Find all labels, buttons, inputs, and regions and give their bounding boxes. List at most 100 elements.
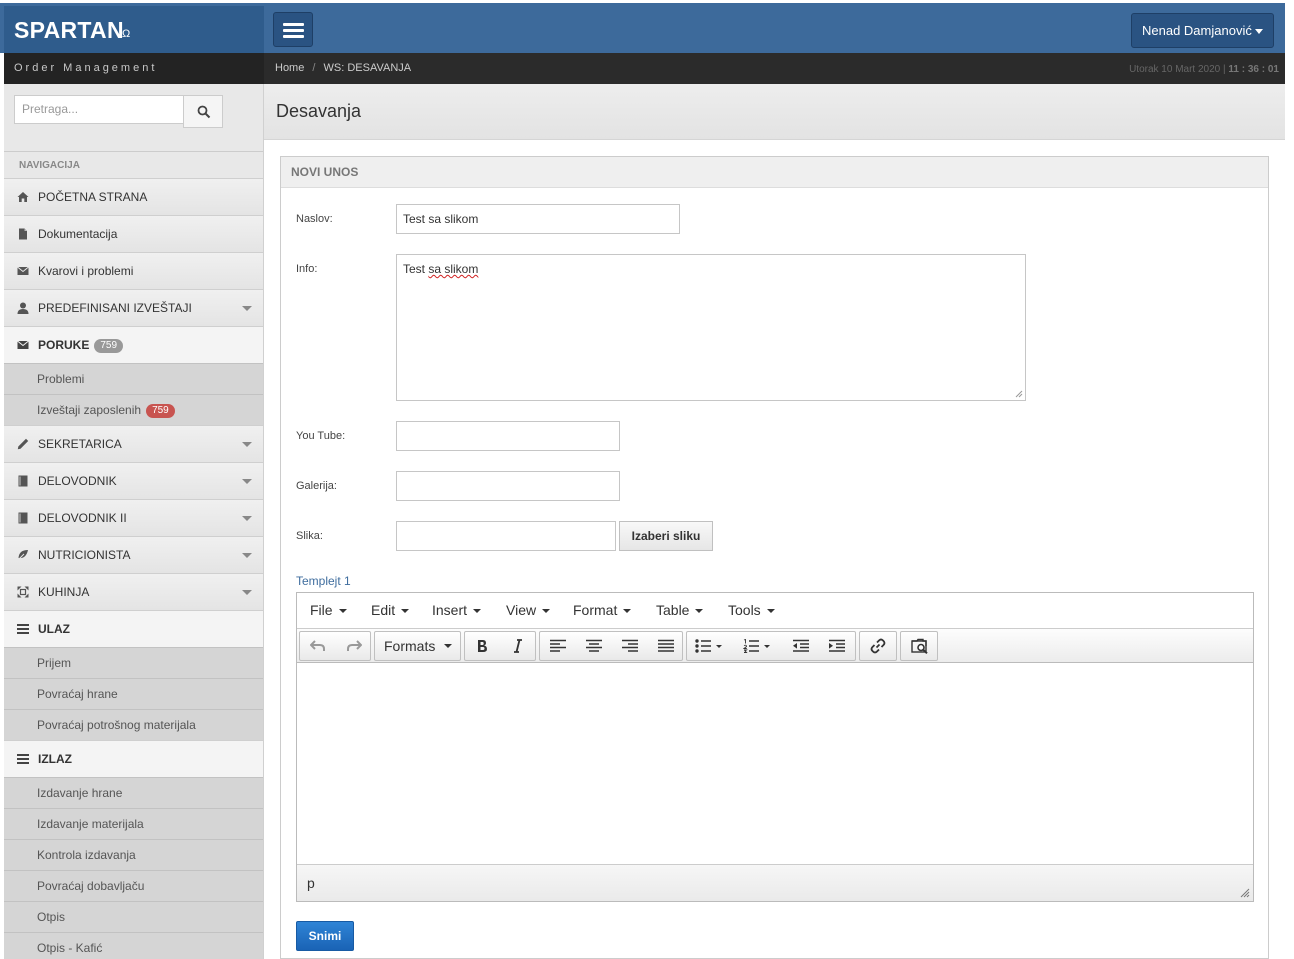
search-input[interactable]: Pretraga... [14, 95, 184, 124]
slika-input[interactable] [396, 521, 616, 551]
alignment-group [539, 631, 683, 661]
chevron-down-icon [242, 516, 252, 521]
menu-tools[interactable]: Tools [728, 593, 775, 628]
sidebar-subitem-povracaj-potrosnog[interactable]: Povraćaj potrošnog materijala [4, 709, 263, 740]
clock-date: Utorak 10 Mart 2020 | [1129, 64, 1226, 75]
page-header: Desavanja [264, 84, 1285, 140]
book-icon [18, 475, 28, 487]
align-right-button[interactable] [612, 632, 648, 660]
brand[interactable]: SPARTAN Ω [4, 6, 264, 56]
sidebar-item-pocetna[interactable]: POČETNA STRANA [4, 178, 263, 215]
pencil-icon [17, 438, 29, 450]
search-icon [197, 105, 211, 119]
sidebar-subitem-kontrola-izdavanja[interactable]: Kontrola izdavanja [4, 839, 263, 870]
sidebar-item-kuhinja[interactable]: KUHINJA [4, 573, 263, 610]
align-justify-button[interactable] [648, 632, 684, 660]
sidebar-subitem-otpis[interactable]: Otpis [4, 901, 263, 932]
sidebar-subitem-izvestaji-zaposlenih[interactable]: Izveštaji zaposlenih 759 [4, 394, 263, 425]
panel-title: NOVI UNOS [281, 157, 1268, 188]
sidebar-item-dokumentacija[interactable]: Dokumentacija [4, 215, 263, 252]
insert-link-button[interactable] [860, 632, 896, 660]
caret-down-icon [444, 644, 452, 648]
sidebar-item-poruke[interactable]: PORUKE 759 [4, 326, 263, 363]
user-icon [17, 302, 29, 314]
bold-button[interactable] [465, 632, 501, 660]
link-group [859, 631, 897, 661]
numbered-list-icon [743, 639, 770, 653]
image-browse-icon [911, 638, 928, 654]
editor-toolbar: Formats [297, 628, 1253, 663]
brand-name: SPARTAN [14, 17, 124, 43]
naslov-input[interactable]: Test sa slikom [396, 204, 680, 234]
sidebar-subitem-povracaj-dobavljacu[interactable]: Povraćaj dobavljaču [4, 870, 263, 901]
bullet-list-icon [695, 639, 722, 653]
sidebar-subitem-povracaj-hrane[interactable]: Povraćaj hrane [4, 678, 263, 709]
menu-insert[interactable]: Insert [432, 593, 482, 628]
browse-image-button[interactable] [901, 632, 937, 660]
history-group [299, 631, 371, 661]
top-bar: SPARTAN Ω Nenad Damjanović [0, 0, 1285, 56]
formats-label: Formats [384, 638, 436, 654]
outdent-button[interactable] [783, 632, 819, 660]
element-path[interactable]: p [307, 875, 315, 891]
template-label: Templejt 1 [296, 574, 351, 588]
editor-menubar: File Edit Insert View Format Table Tools [297, 593, 1253, 628]
formats-dropdown[interactable]: Formats [374, 631, 461, 661]
sidebar-subitem-prijem[interactable]: Prijem [4, 647, 263, 678]
sidebar-item-izlaz[interactable]: IZLAZ [4, 740, 263, 777]
redo-button[interactable] [336, 632, 372, 660]
menu-view[interactable]: View [506, 593, 551, 628]
undo-button[interactable] [300, 632, 336, 660]
sidebar-subitem-izdavanje-hrane[interactable]: Izdavanje hrane [4, 777, 263, 808]
sidebar-item-delovodnik-ii[interactable]: DELOVODNIK II [4, 499, 263, 536]
chevron-down-icon [242, 442, 252, 447]
menu-edit[interactable]: Edit [371, 593, 410, 628]
sidebar-item-sekretarica[interactable]: SEKRETARICA [4, 425, 263, 462]
sidebar-item-predefinisani-izvestaji[interactable]: PREDEFINISANI IZVEŠTAJI [4, 289, 263, 326]
sidebar-item-kvarovi[interactable]: Kvarovi i problemi [4, 252, 263, 289]
align-center-icon [586, 639, 602, 652]
image-group [900, 631, 938, 661]
sidebar-item-ulaz[interactable]: ULAZ [4, 610, 263, 647]
align-center-button[interactable] [576, 632, 612, 660]
info-textarea[interactable]: Test sa slikom [396, 254, 1026, 401]
breadcrumb-home[interactable]: Home [275, 62, 304, 74]
list-group [686, 631, 856, 661]
galerija-input[interactable] [396, 471, 620, 501]
user-menu-button[interactable]: Nenad Damjanović [1131, 13, 1274, 48]
chevron-down-icon [242, 590, 252, 595]
menu-format[interactable]: Format [573, 593, 632, 628]
search-button[interactable] [183, 95, 223, 128]
fullscreen-icon [17, 586, 29, 598]
choose-image-button[interactable]: Izaberi sliku [619, 521, 713, 551]
chevron-down-icon [242, 553, 252, 558]
menu-table[interactable]: Table [656, 593, 704, 628]
youtube-input[interactable] [396, 421, 620, 451]
italic-button[interactable] [501, 632, 537, 660]
envelope-icon [17, 340, 29, 349]
numbered-list-button[interactable] [735, 632, 781, 660]
caret-down-icon [623, 609, 632, 613]
sidebar-item-delovodnik[interactable]: DELOVODNIK [4, 462, 263, 499]
sidebar: Pretraga... NAVIGACIJA POČETNA STRANA Do… [4, 84, 264, 959]
sidebar-subitem-otpis-kafic[interactable]: Otpis - Kafić [4, 932, 263, 959]
align-left-button[interactable] [540, 632, 576, 660]
brand-subtitle: Order Management [4, 53, 264, 84]
sidebar-subitem-izdavanje-materijala[interactable]: Izdavanje materijala [4, 808, 263, 839]
undo-icon [310, 640, 325, 651]
count-badge: 759 [94, 339, 124, 353]
italic-icon [514, 639, 522, 653]
menu-toggle-button[interactable] [273, 12, 313, 47]
indent-button[interactable] [819, 632, 855, 660]
bold-icon [478, 640, 487, 652]
sidebar-subitem-problemi[interactable]: Problemi [4, 363, 263, 394]
resize-grip-icon[interactable] [1240, 888, 1250, 898]
editor-content-area[interactable] [297, 664, 1253, 864]
page-title: Desavanja [276, 101, 362, 121]
sidebar-item-nutricionista[interactable]: NUTRICIONISTA [4, 536, 263, 573]
resize-grip-icon[interactable] [1015, 390, 1023, 398]
menu-file[interactable]: File [310, 593, 347, 628]
bullet-list-button[interactable] [687, 632, 733, 660]
book-icon [18, 512, 28, 524]
save-button[interactable]: Snimi [296, 921, 354, 951]
